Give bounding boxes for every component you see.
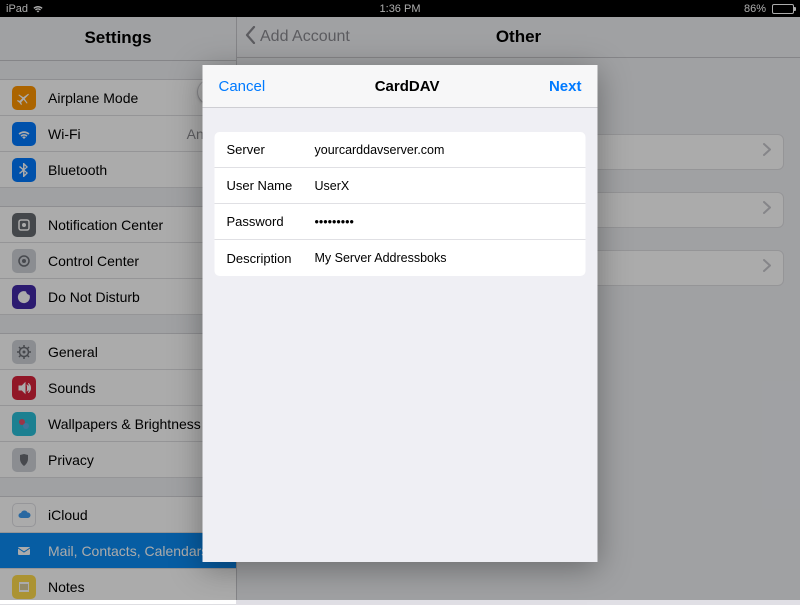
cancel-button[interactable]: Cancel — [215, 74, 270, 99]
password-input[interactable] — [315, 215, 574, 229]
username-label: User Name — [227, 178, 315, 193]
next-button[interactable]: Next — [545, 74, 586, 99]
description-row[interactable]: Description — [215, 240, 586, 276]
password-label: Password — [227, 214, 315, 229]
modal-body: Server User Name Password Description — [203, 108, 598, 300]
password-row[interactable]: Password — [215, 204, 586, 240]
carddav-form: Server User Name Password Description — [215, 132, 586, 276]
modal-header: Cancel CardDAV Next — [203, 65, 598, 108]
server-row[interactable]: Server — [215, 132, 586, 168]
carddav-dialog: Cancel CardDAV Next Server User Name Pas… — [203, 65, 598, 562]
description-label: Description — [227, 251, 315, 266]
username-input[interactable] — [315, 179, 574, 193]
server-input[interactable] — [315, 143, 574, 157]
description-input[interactable] — [315, 251, 574, 265]
modal-title: CardDAV — [375, 78, 440, 95]
server-label: Server — [227, 142, 315, 157]
username-row[interactable]: User Name — [215, 168, 586, 204]
